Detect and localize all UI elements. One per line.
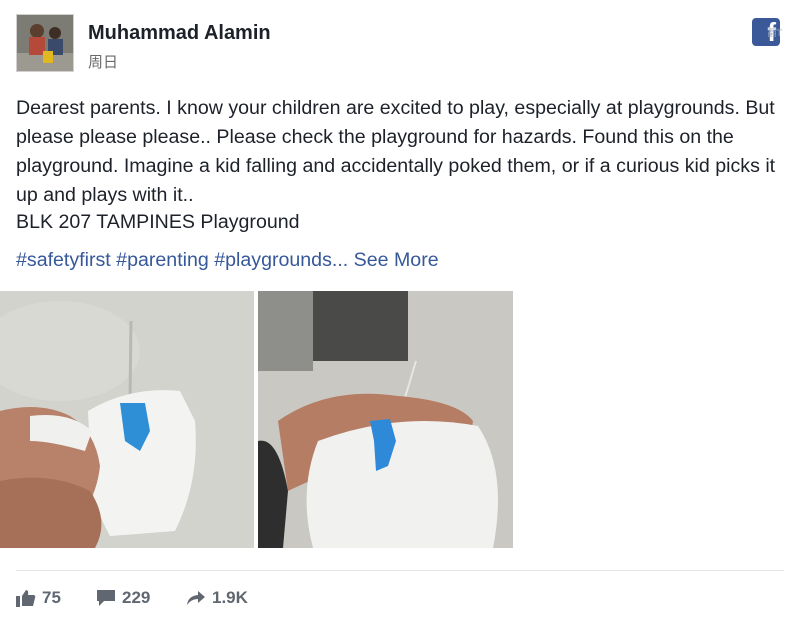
thumbs-up-icon	[16, 590, 36, 607]
comments-count: 229	[122, 588, 151, 607]
post-timestamp[interactable]: 周日	[88, 51, 118, 72]
shares-count: 1.9K	[212, 588, 248, 607]
see-more-link[interactable]: See More	[348, 249, 439, 271]
likes-count: 75	[42, 588, 61, 607]
author-name[interactable]: Muhammad Alamin	[88, 22, 271, 45]
divider	[16, 570, 784, 571]
speech-bubble-icon	[97, 590, 115, 606]
shares-stat[interactable]: 1.9K	[186, 586, 248, 610]
likes-stat[interactable]: 75	[16, 586, 61, 610]
post-photo-1[interactable]	[0, 291, 254, 548]
post-header: Muhammad Alamin 周日 f 翻T	[16, 14, 784, 76]
post-location: BLK 207 TAMPINES Playground	[16, 211, 300, 233]
share-arrow-icon	[187, 591, 205, 605]
avatar[interactable]	[16, 14, 74, 72]
hashtags-link[interactable]: #safetyfirst #parenting #playgrounds...	[16, 249, 348, 271]
post-hashtags: #safetyfirst #parenting #playgrounds... …	[16, 249, 439, 272]
post-body-text: Dearest parents. I know your children ar…	[16, 97, 776, 206]
comments-stat[interactable]: 229	[96, 586, 150, 610]
corner-watermark: 翻T	[767, 28, 783, 38]
post-photo-2[interactable]	[258, 291, 513, 548]
